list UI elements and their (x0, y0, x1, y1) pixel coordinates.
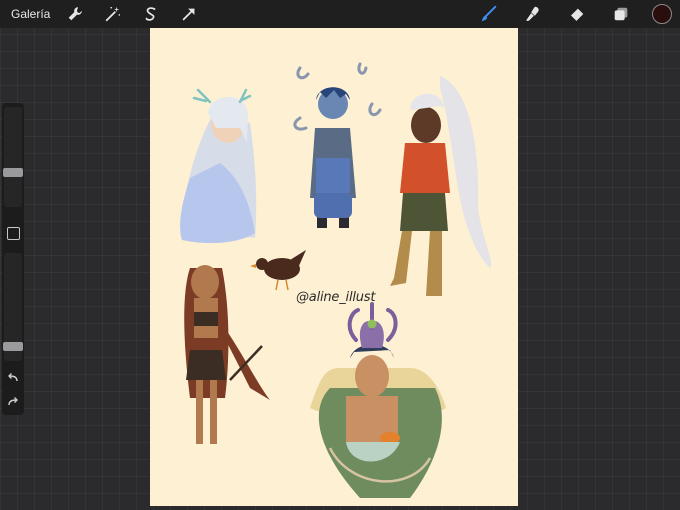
magic-wand-icon (106, 6, 121, 22)
modify-button[interactable] (7, 227, 20, 240)
top-toolbar: Galería (0, 0, 680, 28)
actions-button[interactable] (62, 1, 88, 27)
gallery-button[interactable]: Galería (11, 7, 50, 21)
layers-icon (614, 7, 628, 21)
right-tool-group (476, 0, 680, 28)
white-hair-girl-character (390, 76, 492, 296)
brush-icon (481, 5, 497, 22)
transform-arrow-icon (183, 8, 195, 21)
color-picker-button[interactable] (652, 4, 672, 24)
smudge-icon (526, 6, 539, 21)
artwork (180, 62, 492, 498)
eraser-icon (570, 8, 584, 22)
antler-goddess-character (310, 302, 446, 498)
brush-size-thumb[interactable] (3, 168, 23, 177)
selection-button[interactable] (138, 1, 164, 27)
opacity-slider[interactable] (3, 253, 23, 361)
layers-button[interactable] (608, 1, 634, 27)
smudge-button[interactable] (520, 1, 546, 27)
adjustments-button[interactable] (100, 1, 126, 27)
bird-drawing (250, 250, 306, 291)
wrench-icon (69, 7, 83, 21)
artist-signature: @aline_illust (296, 290, 376, 305)
elf-character (180, 88, 257, 244)
brush-button[interactable] (476, 1, 502, 27)
left-sidebar (2, 103, 24, 415)
brush-size-slider[interactable] (3, 107, 23, 207)
blue-boy-character (293, 62, 382, 228)
brown-hair-girl-character (184, 265, 270, 444)
opacity-thumb[interactable] (3, 342, 23, 351)
redo-icon[interactable] (6, 395, 20, 409)
drawing-canvas[interactable]: @aline_illust (150, 28, 518, 506)
selection-icon (146, 7, 156, 21)
transform-button[interactable] (176, 1, 202, 27)
eraser-button[interactable] (564, 1, 590, 27)
undo-icon[interactable] (6, 371, 20, 385)
